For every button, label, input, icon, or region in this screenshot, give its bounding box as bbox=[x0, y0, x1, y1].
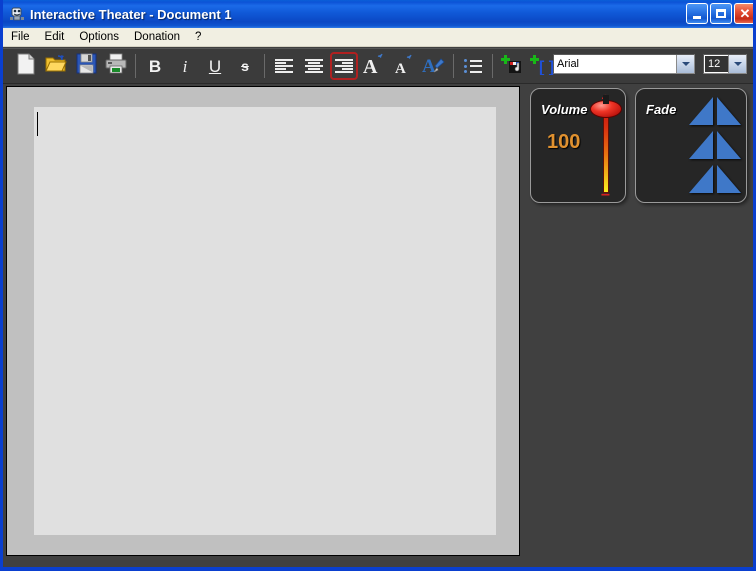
fade-panel: Fade bbox=[635, 88, 747, 203]
fade-out-triangle-icon[interactable] bbox=[717, 97, 741, 125]
close-icon: ✕ bbox=[739, 5, 751, 21]
maximize-icon bbox=[716, 9, 726, 18]
svg-text:[ ]: [ ] bbox=[539, 59, 554, 75]
font-size-value: 12 bbox=[705, 56, 728, 72]
title-bar[interactable]: Interactive Theater - Document 1 ✕ bbox=[3, 0, 753, 28]
fade-in-triangle-icon[interactable] bbox=[689, 97, 713, 125]
decrease-font-size-button[interactable]: A bbox=[390, 52, 418, 80]
bullet-list-icon bbox=[464, 59, 482, 73]
chevron-down-icon bbox=[733, 62, 742, 66]
new-document-button[interactable] bbox=[12, 52, 40, 80]
save-document-button[interactable] bbox=[72, 52, 100, 80]
add-bracket-icon: [ ] bbox=[529, 53, 555, 80]
align-center-icon bbox=[305, 59, 323, 73]
fade-out-triangle-icon[interactable] bbox=[717, 165, 741, 193]
toolbar-separator bbox=[492, 54, 493, 78]
open-folder-icon bbox=[45, 54, 67, 79]
menu-item-edit[interactable]: Edit bbox=[38, 29, 72, 45]
fade-in-triangle-icon[interactable] bbox=[689, 165, 713, 193]
application-window: Interactive Theater - Document 1 ✕ File … bbox=[0, 0, 756, 571]
menu-item-help[interactable]: ? bbox=[188, 29, 208, 45]
fade-row-3 bbox=[688, 163, 742, 195]
volume-slider-stem bbox=[603, 95, 609, 104]
grow-font-icon: A bbox=[362, 53, 386, 80]
text-caret bbox=[37, 112, 38, 136]
align-right-icon bbox=[335, 59, 353, 73]
menu-item-options[interactable]: Options bbox=[72, 29, 126, 45]
volume-panel: Volume 100 + − bbox=[530, 88, 626, 204]
volume-slider-track[interactable] bbox=[603, 105, 609, 193]
effects-panel: Volume 100 + − Fade bbox=[522, 86, 753, 556]
app-theater-icon bbox=[9, 6, 25, 22]
align-left-button[interactable] bbox=[270, 52, 298, 80]
save-floppy-icon bbox=[76, 53, 97, 79]
increase-font-size-button[interactable]: A bbox=[360, 52, 388, 80]
align-center-button[interactable] bbox=[300, 52, 328, 80]
fade-in-triangle-icon[interactable] bbox=[689, 131, 713, 159]
close-button[interactable]: ✕ bbox=[734, 3, 753, 24]
fade-arrow-grid bbox=[688, 95, 742, 197]
add-tag-button[interactable]: [ ] bbox=[528, 52, 556, 80]
fade-panel-title: Fade bbox=[646, 102, 677, 117]
window-controls: ✕ bbox=[686, 3, 753, 24]
svg-text:A: A bbox=[363, 56, 378, 75]
fade-row-2 bbox=[688, 129, 742, 161]
new-file-icon bbox=[16, 53, 36, 80]
shrink-font-icon: A bbox=[392, 53, 416, 80]
font-size-dropdown-arrow[interactable] bbox=[728, 55, 746, 73]
underline-icon: U bbox=[208, 56, 222, 76]
paint-brush-a-icon: A bbox=[422, 53, 446, 80]
open-document-button[interactable] bbox=[42, 52, 70, 80]
document-frame bbox=[6, 86, 520, 556]
font-size-combo[interactable]: 12 bbox=[703, 54, 747, 74]
strikethrough-button[interactable]: s bbox=[231, 52, 259, 80]
toolbar-separator bbox=[264, 54, 265, 78]
fade-out-triangle-icon[interactable] bbox=[717, 131, 741, 159]
svg-text:A: A bbox=[395, 61, 406, 75]
menu-item-donation[interactable]: Donation bbox=[127, 29, 187, 45]
bold-button[interactable]: B bbox=[141, 52, 169, 80]
add-music-note-icon bbox=[500, 53, 524, 80]
fade-row-1 bbox=[688, 95, 742, 127]
menu-bar: File Edit Options Donation ? bbox=[3, 28, 753, 47]
document-editor[interactable] bbox=[34, 107, 496, 535]
font-name-value: Arial bbox=[557, 58, 580, 70]
minimize-icon bbox=[693, 15, 701, 19]
window-title: Interactive Theater - Document 1 bbox=[30, 6, 232, 22]
minimize-button[interactable] bbox=[686, 3, 708, 24]
bullet-list-button[interactable] bbox=[459, 52, 487, 80]
italic-button[interactable]: i bbox=[171, 52, 199, 80]
text-color-button[interactable]: A bbox=[420, 52, 448, 80]
toolbar-separator bbox=[453, 54, 454, 78]
print-document-button[interactable] bbox=[102, 52, 130, 80]
menu-item-file[interactable]: File bbox=[4, 29, 37, 45]
volume-panel-title: Volume bbox=[541, 102, 588, 117]
font-name-combo[interactable]: Arial bbox=[553, 54, 695, 74]
align-left-icon bbox=[275, 59, 293, 73]
underline-button[interactable]: U bbox=[201, 52, 229, 80]
strikethrough-icon: s bbox=[241, 57, 249, 74]
volume-decrease-label: − bbox=[600, 187, 611, 204]
align-right-button[interactable] bbox=[330, 52, 358, 80]
font-controls: Arial 12 bbox=[553, 54, 747, 74]
svg-text:A: A bbox=[422, 56, 436, 75]
bold-icon: B bbox=[148, 56, 162, 76]
toolbar-separator bbox=[135, 54, 136, 78]
printer-icon bbox=[105, 53, 127, 79]
chevron-down-icon bbox=[681, 62, 690, 66]
font-name-dropdown-arrow[interactable] bbox=[676, 55, 694, 73]
volume-value: 100 bbox=[547, 131, 581, 153]
add-sound-button[interactable] bbox=[498, 52, 526, 80]
maximize-button[interactable] bbox=[710, 3, 732, 24]
volume-slider[interactable]: + − bbox=[590, 91, 622, 204]
italic-icon: i bbox=[182, 56, 188, 76]
